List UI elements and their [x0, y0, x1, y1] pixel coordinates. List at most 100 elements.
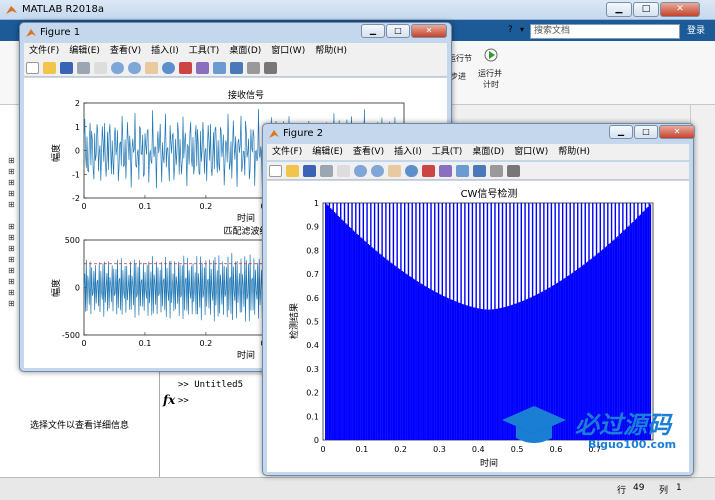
y-tick-label: 0: [75, 284, 80, 293]
print-icon[interactable]: [77, 61, 90, 74]
link-icon[interactable]: [213, 61, 226, 74]
run-and-time-label-2[interactable]: 计时: [483, 79, 499, 90]
matlab-title-bar: MATLAB R2018a ▁ □ ✕: [0, 0, 715, 20]
zoom-in-icon[interactable]: [354, 164, 367, 177]
detection-bar: [372, 248, 375, 440]
menu-insert[interactable]: 插入(I): [394, 144, 422, 160]
menu-insert[interactable]: 插入(I): [151, 43, 179, 59]
menu-window[interactable]: 窗口(W): [514, 144, 548, 160]
detection-bar: [388, 203, 391, 440]
figure2-menubar: 文件(F) 编辑(E) 查看(V) 插入(I) 工具(T) 桌面(D) 窗口(W…: [267, 144, 689, 160]
plot-tools-icon[interactable]: [264, 61, 277, 74]
menu-view[interactable]: 查看(V): [353, 144, 384, 160]
detection-bar: [377, 203, 380, 440]
detection-bar: [452, 203, 455, 440]
x-tick-label: 0.1: [139, 339, 152, 348]
detection-bar: [416, 281, 418, 440]
command-prompt[interactable]: >>: [178, 396, 189, 406]
detection-bar: [470, 306, 472, 440]
new-figure-icon[interactable]: [269, 164, 282, 177]
command-window[interactable]: [160, 375, 270, 477]
detection-bar: [414, 279, 416, 440]
menu-desktop[interactable]: 桌面(D): [472, 144, 504, 160]
top-plot-ylabel: 幅度: [50, 144, 62, 162]
legend-icon[interactable]: [490, 164, 503, 177]
y-tick-label: 0.6: [306, 294, 319, 303]
detection-bar: [351, 203, 353, 440]
run-and-time-label-1[interactable]: 运行并: [478, 68, 502, 79]
minimize-icon[interactable]: ▁: [361, 24, 385, 38]
detection-bar: [462, 304, 465, 440]
maximize-icon[interactable]: □: [633, 2, 659, 17]
menu-view[interactable]: 查看(V): [110, 43, 141, 59]
detection-bar: [485, 309, 487, 440]
save-icon[interactable]: [60, 61, 73, 74]
search-input[interactable]: 搜索文档: [530, 24, 680, 39]
x-tick-label: 0: [81, 339, 86, 348]
open-icon[interactable]: [43, 61, 56, 74]
zoom-out-icon[interactable]: [371, 164, 384, 177]
close-icon[interactable]: ✕: [411, 24, 447, 38]
menu-file[interactable]: 文件(F): [29, 43, 59, 59]
colorbar-icon[interactable]: [230, 61, 243, 74]
menu-tools[interactable]: 工具(T): [189, 43, 220, 59]
detection-bar: [436, 292, 438, 440]
brush-icon[interactable]: [196, 61, 209, 74]
menu-file[interactable]: 文件(F): [272, 144, 302, 160]
menu-edit[interactable]: 编辑(E): [69, 43, 100, 59]
link-icon[interactable]: [456, 164, 469, 177]
detection-bar: [381, 203, 383, 440]
data-cursor-icon[interactable]: [179, 61, 192, 74]
pan-icon[interactable]: [388, 164, 401, 177]
print-icon[interactable]: [320, 164, 333, 177]
maximize-icon[interactable]: □: [386, 24, 410, 38]
detection-bar: [343, 203, 346, 440]
zoom-in-icon[interactable]: [111, 61, 124, 74]
detection-bar: [406, 274, 408, 440]
plot-tools-icon[interactable]: [507, 164, 520, 177]
menu-window[interactable]: 窗口(W): [271, 43, 305, 59]
menu-help[interactable]: 帮助(H): [558, 144, 590, 160]
close-icon[interactable]: ✕: [660, 2, 700, 17]
save-icon[interactable]: [303, 164, 316, 177]
menu-desktop[interactable]: 桌面(D): [229, 43, 261, 59]
open-icon[interactable]: [286, 164, 299, 177]
rotate-icon[interactable]: [405, 164, 418, 177]
new-figure-icon[interactable]: [26, 61, 39, 74]
detection-plot-ylabel: 检测结果: [288, 303, 300, 339]
advance-button[interactable]: 步进: [450, 71, 466, 82]
minimize-icon[interactable]: ▁: [609, 125, 633, 139]
colorbar-icon[interactable]: [473, 164, 486, 177]
menu-help[interactable]: 帮助(H): [315, 43, 347, 59]
detection-bar: [437, 203, 440, 440]
figure-logo-icon: [26, 29, 36, 37]
minimize-icon[interactable]: ▁: [606, 2, 632, 17]
detection-bar: [387, 260, 390, 440]
rotate-icon[interactable]: [162, 61, 175, 74]
maximize-icon[interactable]: □: [634, 125, 658, 139]
pan-icon[interactable]: [145, 61, 158, 74]
menu-edit[interactable]: 编辑(E): [312, 144, 343, 160]
detection-bar: [446, 297, 449, 440]
detection-bar: [376, 251, 378, 440]
close-icon[interactable]: ✕: [659, 125, 695, 139]
menu-tools[interactable]: 工具(T): [432, 144, 463, 160]
pointer-icon[interactable]: [94, 61, 107, 74]
folder-tree-expanders[interactable]: ⊞ ⊞ ⊞ ⊞ ⊞ ⊞ ⊞ ⊞ ⊞ ⊞ ⊞ ⊞ ⊞: [8, 155, 15, 309]
brush-icon[interactable]: [439, 164, 452, 177]
fx-icon[interactable]: fx: [163, 393, 175, 407]
x-tick-label: 0.1: [139, 202, 152, 211]
data-cursor-icon[interactable]: [422, 164, 435, 177]
detection-bar: [476, 308, 479, 440]
detection-bar: [464, 203, 466, 440]
login-button[interactable]: 登录: [681, 24, 711, 39]
zoom-out-icon[interactable]: [128, 61, 141, 74]
figure1-menubar: 文件(F) 编辑(E) 查看(V) 插入(I) 工具(T) 桌面(D) 窗口(W…: [24, 43, 447, 59]
pointer-icon[interactable]: [337, 164, 350, 177]
run-and-time-icon: [484, 48, 498, 62]
dropdown-icon[interactable]: ▾: [520, 25, 524, 34]
detection-bar: [401, 270, 403, 440]
help-icon[interactable]: ?: [508, 25, 513, 35]
detection-bar: [490, 203, 492, 440]
legend-icon[interactable]: [247, 61, 260, 74]
